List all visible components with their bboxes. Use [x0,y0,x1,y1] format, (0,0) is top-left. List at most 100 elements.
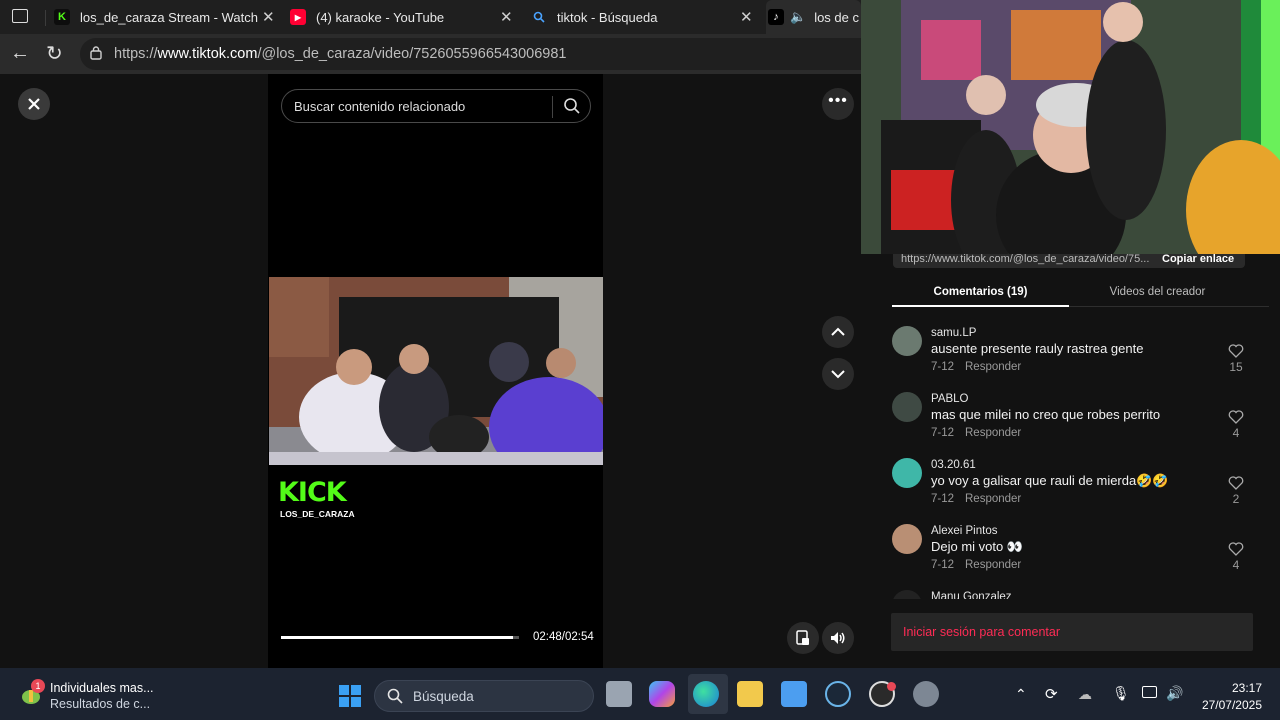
tab-youtube[interactable]: ▶ (4) karaoke - YouTube ✕ [290,0,520,34]
close-icon [28,98,40,110]
windows-start-icon[interactable] [338,684,362,708]
close-icon[interactable]: ✕ [500,8,513,26]
speaker-icon[interactable]: 🔈 [790,9,806,25]
tab-search[interactable]: tiktok - Búsqueda ✕ [531,0,756,34]
login-to-comment-button[interactable]: Iniciar sesión para comentar [891,613,1253,651]
webcam-overlay [861,0,1280,254]
settings-icon[interactable] [913,681,939,707]
tab-tiktok-active[interactable]: ♪ 🔈 los de c [766,0,861,34]
avatar[interactable] [892,326,922,356]
volume-icon [831,632,845,644]
chevron-down-icon [831,370,845,379]
floating-player-button[interactable] [787,622,819,654]
search-divider [552,96,553,118]
site-info-icon[interactable] [90,46,102,60]
volume-icon[interactable]: 🔊 [1166,685,1183,702]
comment-username[interactable]: PABLO [931,393,969,405]
clock-time[interactable]: 23:17 [1218,681,1262,695]
video-scene [269,277,603,465]
heart-icon[interactable] [1228,344,1244,358]
close-icon[interactable]: ✕ [262,8,275,26]
url-host: www.tiktok.com [157,46,258,62]
widget-subtitle[interactable]: Resultados de c... [50,697,150,711]
close-icon[interactable]: ✕ [740,8,753,26]
widget-title[interactable]: Individuales mas... [50,681,154,695]
tab-actions-icon[interactable] [12,9,28,23]
comment-item: samu.LP ausente presente rauly rastrea g… [892,326,1252,386]
tab-title: (4) karaoke - YouTube [316,9,445,25]
tab-kick[interactable]: K los_de_caraza Stream - Watch Live ✕ [54,0,279,34]
more-options-button[interactable]: ••• [822,88,854,120]
comment-item: PABLO mas que milei no creo que robes pe… [892,392,1252,452]
comment-username[interactable]: Alexei Pintos [931,525,997,537]
search-label: Búsqueda [413,688,474,704]
comment-date: 7-12 [931,361,955,373]
comment-date: 7-12 [931,559,955,571]
avatar[interactable] [892,590,922,599]
video-link[interactable]: https://www.tiktok.com/@los_de_caraza/vi… [901,253,1149,265]
like-count: 4 [1232,426,1240,440]
copy-link-button[interactable]: Copiar enlace [1162,253,1234,265]
reply-button[interactable]: Responder [965,427,1021,439]
microphone-icon[interactable]: 🎙 [1112,685,1130,702]
comment-username[interactable]: Manu Gonzalez [931,591,1012,599]
refresh-icon[interactable]: ↻ [46,41,63,66]
reply-button[interactable]: Responder [965,559,1021,571]
microsoft-store-icon[interactable] [781,681,807,707]
heart-icon[interactable] [1228,542,1244,556]
search-icon [387,688,403,704]
file-explorer-icon[interactable] [737,681,763,707]
sync-icon[interactable]: ⟳ [1045,685,1058,703]
avatar[interactable] [892,458,922,488]
avatar[interactable] [892,392,922,422]
avatar[interactable] [892,524,922,554]
tab-separator [45,10,46,26]
edge-icon[interactable] [693,681,719,707]
comment-text: Dejo mi voto 👀 [931,539,1024,554]
reply-button[interactable]: Responder [965,361,1021,373]
network-icon[interactable] [1142,686,1157,698]
clock-date[interactable]: 27/07/2025 [1196,698,1262,712]
comment-username[interactable]: 03.20.61 [931,459,976,471]
close-viewer-button[interactable] [18,88,50,120]
comment-username[interactable]: samu.LP [931,327,976,339]
pip-icon [796,630,809,645]
chevron-up-icon[interactable]: ⌃ [1015,686,1027,703]
related-search-input[interactable]: Buscar contenido relacionado [281,89,591,123]
volume-button[interactable] [822,622,854,654]
reply-button[interactable]: Responder [965,493,1021,505]
previous-video-button[interactable] [822,316,854,348]
tiktok-icon: ♪ [768,9,784,25]
video-frame[interactable] [269,277,603,465]
like-count: 15 [1229,360,1243,374]
comment-text: mas que milei no creo que robes perrito [931,407,1161,422]
login-label: Iniciar sesión para comentar [903,625,1061,639]
chevron-up-icon [831,327,845,336]
comment-text: ausente presente rauly rastrea gente [931,341,1144,356]
webcam-scene [861,0,1280,254]
kick-channel-label: LOS_DE_CARAZA [280,509,355,519]
tab-divider [1069,306,1269,307]
back-arrow-icon[interactable]: ← [10,42,30,65]
youtube-icon: ▶ [290,9,306,25]
next-video-button[interactable] [822,358,854,390]
notification-badge: 1 [31,679,45,693]
recording-dot [887,682,896,691]
tab-creator-videos[interactable]: Videos del creador [1069,286,1246,298]
comment-item-partial: Manu Gonzalez [892,590,1252,599]
progress-fill [281,636,514,639]
task-view-icon[interactable] [606,681,632,707]
tab-comments[interactable]: Comentarios (19) [892,286,1069,298]
steam-icon[interactable] [825,681,851,707]
heart-icon[interactable] [1228,476,1244,490]
comment-date: 7-12 [931,427,955,439]
time-display: 02:48/02:54 [533,631,594,643]
heart-icon[interactable] [1228,410,1244,424]
address-bar[interactable]: https://www.tiktok.com/@los_de_caraza/vi… [80,38,880,70]
taskbar-search[interactable]: Búsqueda [374,680,594,712]
copilot-icon[interactable] [649,681,675,707]
search-icon[interactable] [563,97,581,118]
like-count: 4 [1232,558,1240,572]
tab-title: los_de_caraza Stream - Watch Live [80,9,260,25]
onedrive-icon[interactable]: ☁ [1078,686,1092,703]
